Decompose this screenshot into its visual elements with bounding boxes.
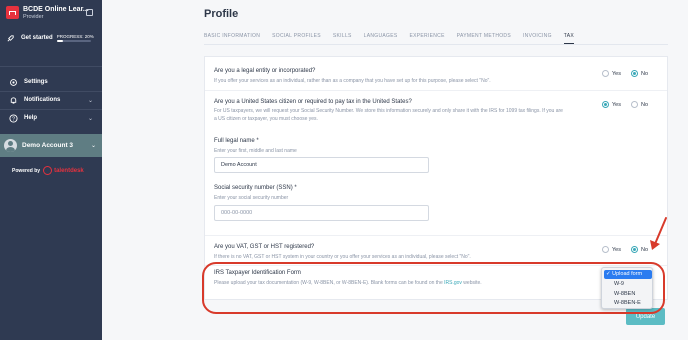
dropdown-option-upload-form[interactable]: ✓ Upload form (604, 270, 652, 279)
ssn-label: Social security number (SSN) * (214, 185, 297, 191)
radio-icon (602, 70, 609, 77)
org-role: Provider (23, 14, 44, 20)
sidebar-item-label: Settings (24, 79, 48, 85)
upload-form-dropdown[interactable]: ✓ Upload form W-9 W-8BEN W-8BEN-E (601, 267, 653, 309)
tab-skills[interactable]: SKILLS (333, 32, 352, 44)
progress-fill (56, 40, 64, 42)
svg-text:?: ? (12, 116, 15, 122)
sidebar-item-settings[interactable]: Settings (0, 74, 102, 90)
radio-icon (631, 101, 638, 108)
get-started-label: Get started (21, 35, 53, 41)
vat-question: Are you VAT, GST or HST registered? (214, 244, 315, 250)
radio-icon (602, 246, 609, 253)
tab-social-profiles[interactable]: SOCIAL PROFILES (272, 32, 321, 44)
section-divider (205, 90, 667, 91)
tab-invoicing[interactable]: INVOICING (523, 32, 552, 44)
ssn-input[interactable] (214, 205, 429, 221)
bell-icon (9, 96, 18, 105)
vat-help: If there is no VAT, GST or HST system in… (214, 254, 471, 260)
org-header[interactable]: BCDE Online Lear... Provider (6, 6, 98, 22)
us-citizen-help-line1: For US taxpayers, we will request your S… (214, 108, 563, 114)
progress-track (56, 40, 91, 42)
org-name: BCDE Online Lear... (23, 6, 89, 13)
profile-tabs: BASIC INFORMATION SOCIAL PROFILES SKILLS… (204, 32, 586, 44)
progress-text: PROGRESS: 20% (56, 34, 94, 39)
annotation-highlight (202, 262, 665, 314)
account-switcher[interactable]: Demo Account 3 ⌄ (0, 134, 102, 157)
tab-basic-information[interactable]: BASIC INFORMATION (204, 32, 260, 44)
section-divider (205, 235, 667, 236)
chevron-down-icon: ⌄ (87, 97, 93, 104)
us-citizen-question: Are you a United States citizen or requi… (214, 99, 412, 105)
help-icon: ? (9, 113, 18, 123)
legal-entity-question: Are you a legal entity or incorporated? (214, 68, 316, 74)
talentdesk-logo-icon (43, 166, 53, 175)
avatar (4, 139, 17, 152)
switch-org-icon[interactable] (86, 9, 93, 16)
account-name: Demo Account 3 (22, 142, 74, 149)
powered-by: Powered by talentdesk (12, 166, 84, 175)
radio-label: No (641, 101, 649, 108)
chevron-down-icon: ⌄ (90, 143, 96, 149)
legal-entity-yes-radio[interactable]: Yes (602, 70, 621, 77)
gear-icon (9, 78, 18, 87)
us-citizen-yes-radio[interactable]: Yes (602, 101, 621, 108)
dropdown-option-w8ben-e[interactable]: W-8BEN-E (604, 299, 652, 308)
us-citizen-help-line2: a US citizen or taxpayer, you must choos… (214, 116, 318, 122)
tabs-divider (204, 44, 668, 45)
radio-label: Yes (612, 70, 621, 77)
sidebar-item-label: Help (24, 115, 38, 121)
powered-by-label: Powered by (12, 167, 41, 174)
dropdown-option-w8ben[interactable]: W-8BEN (604, 290, 652, 299)
tab-tax[interactable]: TAX (563, 32, 575, 44)
legal-entity-no-radio[interactable]: No (631, 70, 648, 77)
radio-selected-icon (631, 70, 638, 77)
ssn-help: Enter your social security number (214, 195, 289, 201)
page-title: Profile (204, 8, 239, 20)
tab-payment-methods[interactable]: PAYMENT METHODS (457, 32, 511, 44)
sidebar-divider (0, 66, 102, 67)
legal-name-help: Enter your first, middle and last name (214, 148, 297, 154)
radio-label: No (641, 70, 649, 77)
tab-experience[interactable]: EXPERIENCE (410, 32, 445, 44)
radio-selected-icon (602, 101, 609, 108)
legal-entity-help: If you offer your services as an individ… (214, 78, 491, 84)
sidebar-item-label: Notifications (24, 97, 61, 103)
get-started[interactable]: Get started PROGRESS: 20% (6, 32, 98, 44)
dropdown-option-w9[interactable]: W-9 (604, 280, 652, 289)
chevron-down-icon: ⌄ (87, 115, 93, 122)
tab-languages[interactable]: LANGUAGES (364, 32, 398, 44)
annotation-arrow-icon (650, 217, 667, 250)
check-icon: ✓ (606, 271, 611, 277)
talentdesk-brand: talentdesk (54, 167, 84, 174)
dropdown-option-label: Upload form (612, 271, 643, 277)
radio-label: Yes (612, 101, 621, 108)
us-citizen-no-radio[interactable]: No (631, 101, 648, 108)
progress-indicator: PROGRESS: 20% (56, 34, 94, 42)
rocket-icon (6, 34, 15, 43)
org-logo (6, 6, 19, 19)
sidebar-item-help[interactable]: ? Help ⌄ (0, 110, 102, 126)
sidebar: BCDE Online Lear... Provider Get started… (0, 0, 102, 340)
legal-name-label: Full legal name * (214, 138, 259, 144)
sidebar-item-notifications[interactable]: Notifications ⌄ (0, 92, 102, 108)
legal-name-input[interactable] (214, 157, 429, 173)
